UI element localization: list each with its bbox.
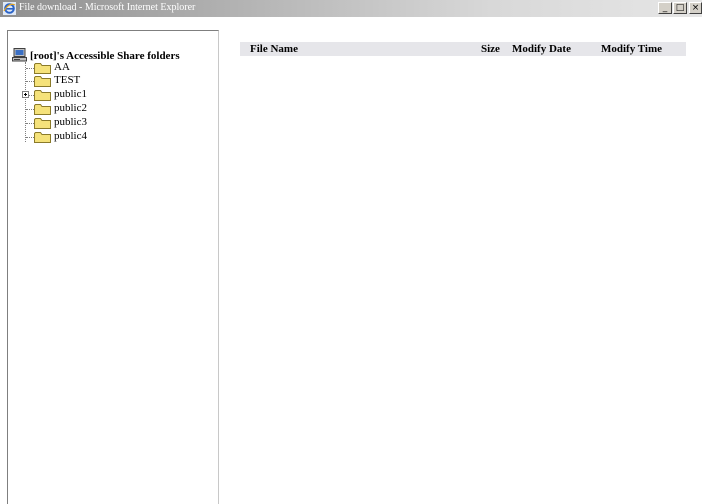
column-header-size[interactable]: Size <box>481 43 500 55</box>
folder-icon <box>34 118 51 129</box>
tree-connector <box>26 123 34 124</box>
folder-icon <box>34 104 51 115</box>
tree-connector <box>25 62 26 142</box>
folder-icon <box>34 76 51 87</box>
tree-connector <box>26 137 34 138</box>
close-icon: × <box>691 3 700 13</box>
tree-item-label: public3 <box>54 116 87 128</box>
tree-item-label: TEST <box>54 74 81 86</box>
tree-item-label: public2 <box>54 102 87 114</box>
tree-connector <box>26 81 34 82</box>
tree-root-label: [root]'s Accessible Share folders <box>30 50 180 62</box>
maximize-button[interactable]: □ <box>673 2 687 14</box>
maximize-icon: □ <box>675 3 685 13</box>
computer-icon <box>12 48 27 62</box>
column-header-file-name[interactable]: File Name <box>250 43 298 55</box>
expand-plus-icon[interactable] <box>22 91 29 98</box>
internet-explorer-icon <box>3 2 16 15</box>
tree-item-label: AA <box>54 61 70 73</box>
column-header-modify-date[interactable]: Modify Date <box>512 43 571 55</box>
column-header-modify-time[interactable]: Modify Time <box>601 43 662 55</box>
tree-connector <box>26 68 34 69</box>
folder-icon <box>34 132 51 143</box>
folder-tree-pane <box>7 30 219 504</box>
tree-item-label: public4 <box>54 130 87 142</box>
file-table-header: File Name Size Modify Date Modify Time <box>240 42 686 56</box>
minimize-button[interactable]: _ <box>658 2 672 14</box>
minimize-icon: _ <box>662 3 668 13</box>
folder-icon <box>34 63 51 74</box>
tree-connector <box>26 109 34 110</box>
folder-icon <box>34 90 51 101</box>
window-titlebar[interactable]: File download - Microsoft Internet Explo… <box>0 0 702 17</box>
tree-item-label: public1 <box>54 88 87 100</box>
close-button[interactable]: × <box>689 2 702 14</box>
window-title: File download - Microsoft Internet Explo… <box>19 2 196 13</box>
